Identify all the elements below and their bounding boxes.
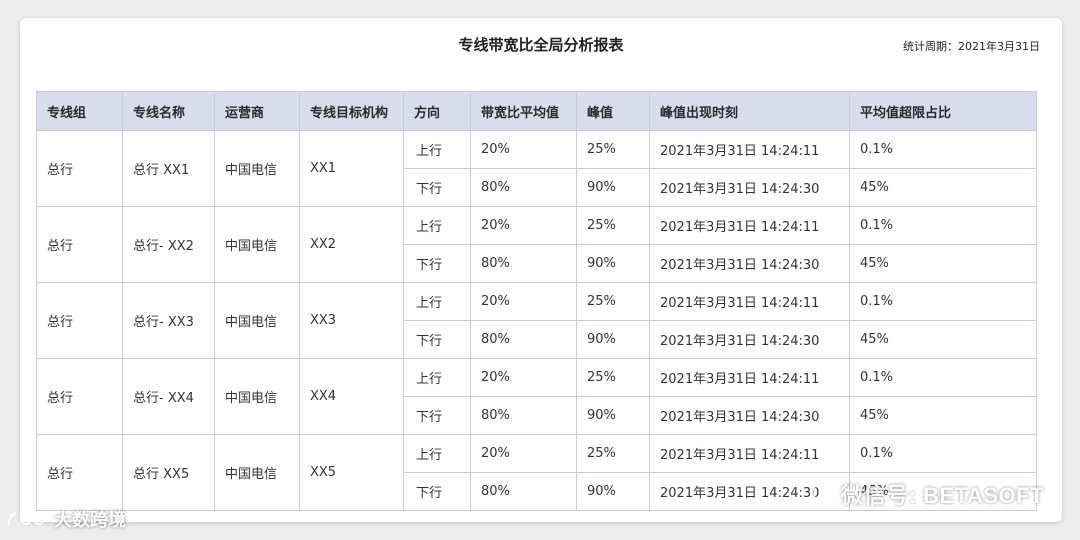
cell-peak-time: 2021年3月31日 14:24:30	[649, 320, 850, 359]
cell-direction: 下行	[403, 168, 471, 207]
col-header-peak: 峰值	[576, 91, 650, 131]
cell-group: 总行	[36, 130, 123, 207]
col-header-direction: 方向	[403, 91, 471, 131]
cell-carrier: 中国电信	[214, 206, 300, 283]
cell-over-ratio: 45%	[849, 396, 1037, 435]
cell-avg: 80%	[470, 168, 577, 207]
col-header-group: 专线组	[36, 91, 123, 131]
cell-line-name: 总行- XX3	[122, 282, 215, 359]
cell-avg: 20%	[470, 282, 577, 321]
table-header-row: 专线组 专线名称 运营商 专线目标机构 方向 带宽比平均值 峰值 峰值出现时刻 …	[36, 91, 1037, 131]
cell-over-ratio: 0.1%	[849, 358, 1037, 397]
cell-avg: 80%	[470, 244, 577, 283]
cell-peak: 25%	[576, 358, 650, 397]
table-row: 总行 总行 XX1 中国电信 XX1 上行 20% 25% 2021年3月31日…	[36, 130, 1037, 207]
cell-avg: 80%	[470, 396, 577, 435]
cell-group: 总行	[36, 282, 123, 359]
report-card: 专线带宽比全局分析报表 统计周期：2021年3月31日 专线组 专线名称 运营商…	[20, 18, 1062, 522]
cell-line-name: 总行- XX2	[122, 206, 215, 283]
cell-over-ratio: 45%	[849, 320, 1037, 359]
cell-direction: 上行	[403, 130, 471, 169]
cell-peak-time: 2021年3月31日 14:24:30	[649, 396, 850, 435]
cell-peak: 25%	[576, 434, 650, 473]
cell-peak: 25%	[576, 130, 650, 169]
cell-peak-time: 2021年3月31日 14:24:30	[649, 244, 850, 283]
cell-group: 总行	[36, 206, 123, 283]
cell-carrier: 中国电信	[214, 358, 300, 435]
cell-line-name: 总行 XX1	[122, 130, 215, 207]
cell-avg: 20%	[470, 434, 577, 473]
col-header-carrier: 运营商	[214, 91, 300, 131]
cell-group: 总行	[36, 358, 123, 435]
col-header-name: 专线名称	[122, 91, 215, 131]
cell-avg: 20%	[470, 358, 577, 397]
cell-avg: 20%	[470, 206, 577, 245]
cell-peak: 90%	[576, 320, 650, 359]
col-header-peak-time: 峰值出现时刻	[649, 91, 850, 131]
cell-peak: 90%	[576, 168, 650, 207]
cell-peak: 90%	[576, 244, 650, 283]
cell-target: XX1	[299, 130, 404, 207]
cell-direction: 上行	[403, 358, 471, 397]
cell-avg: 80%	[470, 320, 577, 359]
bandwidth-report-table: 专线组 专线名称 运营商 专线目标机构 方向 带宽比平均值 峰值 峰值出现时刻 …	[36, 91, 1037, 511]
cell-over-ratio: 0.1%	[849, 282, 1037, 321]
table-row: 总行 总行- XX4 中国电信 XX4 上行 20% 25% 2021年3月31…	[36, 358, 1037, 435]
cell-over-ratio: 0.1%	[849, 434, 1037, 473]
cell-over-ratio: 45%	[849, 472, 1037, 511]
cell-direction: 下行	[403, 244, 471, 283]
cell-target: XX3	[299, 282, 404, 359]
table-row: 总行 总行- XX2 中国电信 XX2 上行 20% 25% 2021年3月31…	[36, 206, 1037, 283]
cell-peak: 90%	[576, 472, 650, 511]
cell-over-ratio: 0.1%	[849, 130, 1037, 169]
col-header-over-ratio: 平均值超限占比	[849, 91, 1037, 131]
table-row: 总行 总行 XX5 中国电信 XX5 上行 20% 25% 2021年3月31日…	[36, 434, 1037, 511]
cell-peak-time: 2021年3月31日 14:24:11	[649, 282, 850, 321]
cell-carrier: 中国电信	[214, 282, 300, 359]
cell-avg: 80%	[470, 472, 577, 511]
cell-peak: 25%	[576, 282, 650, 321]
col-header-target: 专线目标机构	[299, 91, 404, 131]
cell-target: XX2	[299, 206, 404, 283]
cell-direction: 上行	[403, 206, 471, 245]
cell-peak-time: 2021年3月31日 14:24:11	[649, 434, 850, 473]
cell-direction: 下行	[403, 320, 471, 359]
cell-avg: 20%	[470, 130, 577, 169]
cell-group: 总行	[36, 434, 123, 511]
cell-over-ratio: 45%	[849, 244, 1037, 283]
cell-peak-time: 2021年3月31日 14:24:30	[649, 472, 850, 511]
cell-carrier: 中国电信	[214, 434, 300, 511]
cell-direction: 上行	[403, 434, 471, 473]
cell-direction: 下行	[403, 472, 471, 511]
cell-target: XX4	[299, 358, 404, 435]
cell-peak: 25%	[576, 206, 650, 245]
cell-direction: 上行	[403, 282, 471, 321]
cell-peak-time: 2021年3月31日 14:24:11	[649, 206, 850, 245]
cell-peak-time: 2021年3月31日 14:24:30	[649, 168, 850, 207]
col-header-avg: 带宽比平均值	[470, 91, 577, 131]
cell-carrier: 中国电信	[214, 130, 300, 207]
cell-over-ratio: 0.1%	[849, 206, 1037, 245]
table-row: 总行 总行- XX3 中国电信 XX3 上行 20% 25% 2021年3月31…	[36, 282, 1037, 359]
cell-peak-time: 2021年3月31日 14:24:11	[649, 130, 850, 169]
cell-peak-time: 2021年3月31日 14:24:11	[649, 358, 850, 397]
cell-line-name: 总行- XX4	[122, 358, 215, 435]
cell-target: XX5	[299, 434, 404, 511]
cell-over-ratio: 45%	[849, 168, 1037, 207]
cell-peak: 90%	[576, 396, 650, 435]
report-period: 统计周期：2021年3月31日	[903, 40, 1040, 53]
cell-line-name: 总行 XX5	[122, 434, 215, 511]
cell-direction: 下行	[403, 396, 471, 435]
